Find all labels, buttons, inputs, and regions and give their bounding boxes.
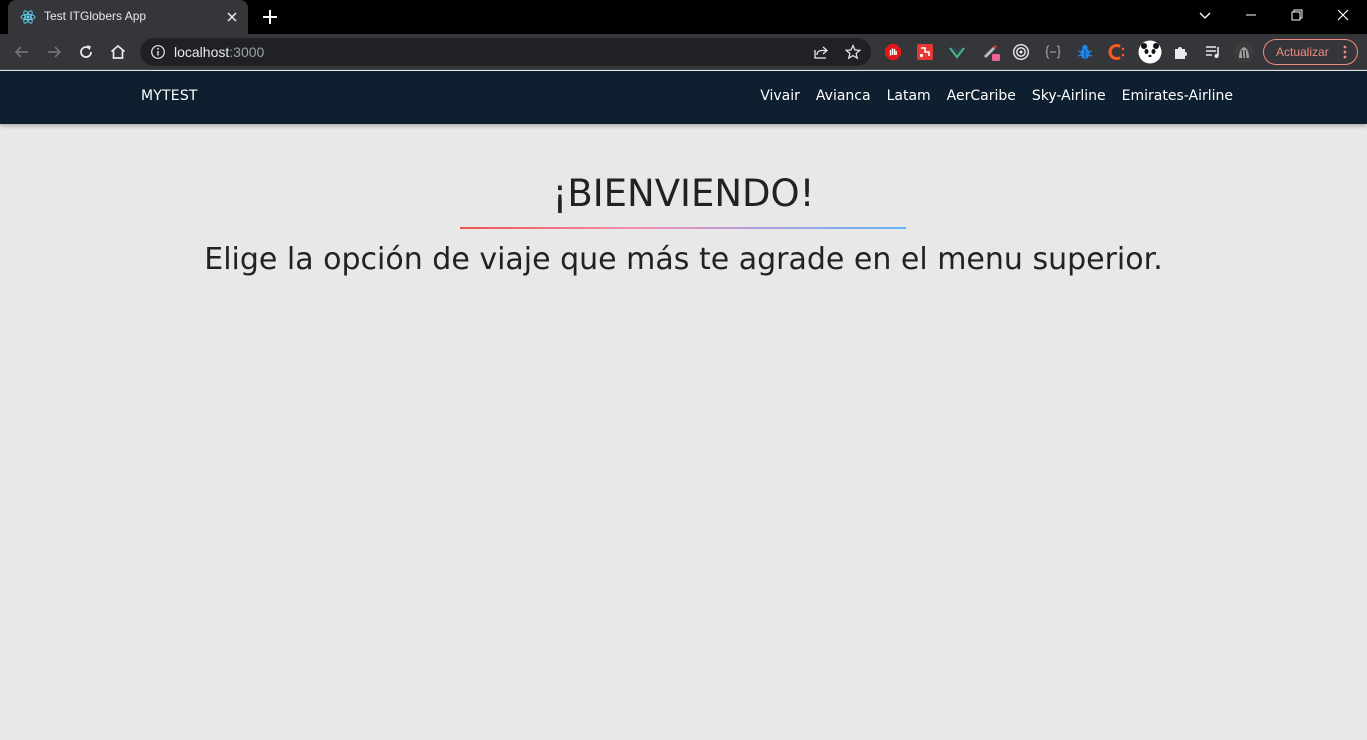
puzzle-red-icon [917,44,933,60]
nav-link-sky-airline[interactable]: Sky-Airline [1032,88,1106,104]
url-port: :3000 [229,44,265,60]
json-icon [1045,45,1061,59]
puzzle-icon [1175,47,1187,59]
target-icon [1012,43,1030,61]
nav-link-latam[interactable]: Latam [887,88,931,104]
close-window-button[interactable] [1320,0,1366,30]
extensions-button[interactable] [1171,42,1191,62]
arrow-left-icon [14,46,28,58]
forward-button[interactable] [42,40,66,64]
bookmark-button[interactable] [844,43,862,61]
nav-links: Vivair Avianca Latam AerCaribe Sky-Airli… [760,88,1233,104]
adblock-extension[interactable] [883,42,903,62]
chevron-down-icon [1199,12,1211,19]
vue-devtools-icon [949,47,965,59]
info-icon[interactable] [150,44,166,60]
c-extension-icon [1108,44,1125,60]
back-button[interactable] [10,40,34,64]
star-icon [845,44,861,60]
panda-icon [1138,40,1162,64]
update-label: Actualizar [1276,45,1329,59]
nav-link-aercaribe[interactable]: AerCaribe [947,88,1016,104]
reload-button[interactable] [74,40,98,64]
vue-devtools-extension[interactable] [947,42,967,62]
minimize-icon [1246,14,1256,16]
nav-link-avianca[interactable]: Avianca [816,88,871,104]
close-icon [1337,9,1349,21]
playlist-icon [1206,46,1219,58]
profile-avatar[interactable] [1233,41,1255,63]
react-icon [20,10,36,24]
welcome-subtitle: Elige la opción de viaje que más te agra… [204,242,1163,277]
panda-extension[interactable] [1138,40,1162,64]
restore-button[interactable] [1274,0,1320,30]
bug-icon [1077,44,1093,59]
media-control-button[interactable] [1203,42,1223,62]
home-icon [110,44,126,59]
json-extension[interactable] [1043,42,1063,62]
color-picker-icon [984,45,1000,61]
tab-search-button[interactable] [1182,0,1228,30]
brand-logo[interactable]: MYTEST [141,88,198,104]
c-extension[interactable] [1107,42,1127,62]
address-bar[interactable]: localhost:3000 [140,38,871,66]
share-icon [814,46,828,59]
restore-icon [1291,9,1303,21]
more-vert-icon [1343,45,1347,59]
plus-icon[interactable] [258,6,282,28]
browser-tab[interactable]: Test ITGlobers App [8,0,248,34]
adblock-icon [885,44,901,60]
puzzle-red-extension[interactable] [915,42,935,62]
reload-icon [80,45,92,58]
title-underline [460,227,906,229]
app-navbar: MYTEST Vivair Avianca Latam AerCaribe Sk… [0,71,1367,124]
color-picker-extension[interactable] [981,42,1001,62]
bug-extension[interactable] [1075,42,1095,62]
arrow-right-icon [48,46,62,58]
url-host: localhost [174,44,230,60]
target-extension[interactable] [1011,42,1031,62]
browser-toolbar: localhost:3000 Actualizar [0,34,1367,70]
nav-link-vivair[interactable]: Vivair [760,88,800,104]
welcome-title: ¡BIENVIENDO! [552,172,815,215]
avatar-icon [1233,41,1255,63]
nav-link-emirates-airline[interactable]: Emirates-Airline [1122,88,1233,104]
close-icon[interactable] [224,9,240,25]
tab-title: Test ITGlobers App [44,9,147,23]
url-text[interactable]: localhost:3000 [174,44,264,60]
share-button[interactable] [812,43,830,61]
update-chrome-button[interactable]: Actualizar [1263,39,1358,65]
home-button[interactable] [106,40,130,64]
minimize-button[interactable] [1228,0,1274,30]
browser-titlebar: Test ITGlobers App [0,0,1367,34]
